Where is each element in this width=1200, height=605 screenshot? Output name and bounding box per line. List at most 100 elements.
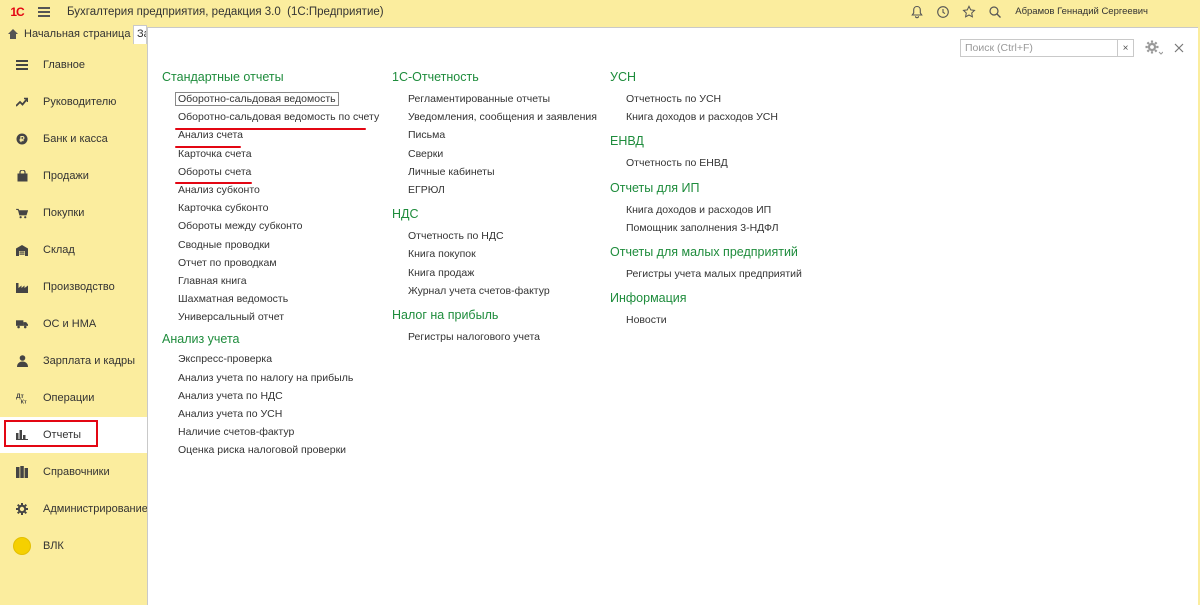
title-bar: 1С Бухгалтерия предприятия, редакция 3.0… [0,0,1200,23]
report-link-usn-reporting[interactable]: Отчетность по УСН [626,90,802,108]
bell-icon[interactable] [909,4,925,20]
search-clear-button[interactable]: × [1118,39,1134,57]
report-link-regulated[interactable]: Регламентированные отчеты [408,90,597,108]
sidebar-item-warehouse[interactable]: Склад [0,232,147,268]
circle-icon [13,537,31,555]
report-link-personal-cabinets[interactable]: Личные кабинеты [408,163,597,181]
report-link-usn-income-book[interactable]: Книга доходов и расходов УСН [626,108,802,126]
report-link-general-ledger[interactable]: Главная книга [178,272,379,290]
reports-column-1: Стандартные отчеты Оборотно-сальдовая ве… [162,68,379,460]
app-title: Бухгалтерия предприятия, редакция 3.0 (1… [67,5,384,18]
search-input[interactable] [961,40,1117,56]
report-link-account-turnover[interactable]: Обороты счета [178,163,379,181]
report-link-usn-analysis[interactable]: Анализ учета по УСН [178,405,379,423]
star-icon[interactable] [961,4,977,20]
section-title: Отчеты для ИП [610,180,700,195]
main-menu-icon[interactable] [38,6,50,17]
report-link-sales-book[interactable]: Книга продаж [408,264,597,282]
report-link-turnover-balance-account[interactable]: Оборотно-сальдовая ведомость по счету [178,108,379,126]
report-link-3ndfl-assistant[interactable]: Помощник заполнения 3-НДФЛ [626,219,802,237]
cart-icon [16,207,28,219]
report-link-universal[interactable]: Универсальный отчет [178,308,379,326]
settings-gear-icon[interactable] [1144,39,1164,57]
svg-text:Кт: Кт [21,400,27,404]
tab-active[interactable]: Закладки [133,25,147,44]
report-link-tax-registers[interactable]: Регистры налогового учета [408,328,597,346]
operations-icon: Дт Кт [16,392,28,404]
sidebar-item-administration[interactable]: Администрирование [0,491,148,527]
sidebar-item-purchases[interactable]: Покупки [0,195,147,231]
report-link-chess-statement[interactable]: Шахматная ведомость [178,290,379,308]
section-title: 1С-Отчетность [392,70,479,84]
report-link-entries-report[interactable]: Отчет по проводкам [178,254,379,272]
sidebar-item-reports[interactable]: Отчеты [0,417,147,453]
report-link-small-business-registers[interactable]: Регистры учета малых предприятий [626,265,802,283]
reports-column-2: 1С-Отчетность Регламентированные отчеты … [392,68,597,346]
report-link-subconto-turnover[interactable]: Обороты между субконто [178,217,379,235]
section-title: УСН [610,70,636,84]
sidebar-item-salary[interactable]: Зарплата и кадры [0,343,147,379]
sidebar: Главное Руководителю ₽ Банк и касса Прод… [0,44,148,605]
tab-home[interactable]: Начальная страница [0,23,131,44]
coin-icon: ₽ [16,133,28,145]
report-link-invoice-journal[interactable]: Журнал учета счетов-фактур [408,282,597,300]
sidebar-item-main[interactable]: Главное [0,47,147,83]
section-title: НДС [392,207,419,222]
warehouse-icon [16,244,28,256]
menu-icon [16,59,28,71]
report-link-vat-analysis[interactable]: Анализ учета по НДС [178,387,379,405]
section-title: Анализ учета [162,332,240,347]
sidebar-item-vlk[interactable]: ВЛК [0,528,147,564]
reports-panel: × Стандартные отчеты Оборотно-сальдовая … [147,27,1198,605]
search-icon[interactable] [987,4,1003,20]
report-link-subconto-card[interactable]: Карточка субконто [178,199,379,217]
factory-icon [16,281,28,293]
report-link-summary-entries[interactable]: Сводные проводки [178,236,379,254]
annotation-underline [175,128,366,130]
sidebar-item-bank[interactable]: ₽ Банк и касса [0,121,147,157]
report-link-notifications[interactable]: Уведомления, сообщения и заявления [408,108,597,126]
user-name[interactable]: Абрамов Геннадий Сергеевич [1015,6,1148,17]
report-link-letters[interactable]: Письма [408,126,597,144]
person-icon [16,355,28,367]
section-title: ЕНВД [610,134,644,149]
report-link-invoices-presence[interactable]: Наличие счетов-фактур [178,423,379,441]
annotation-underline [175,146,241,148]
report-link-purchase-book[interactable]: Книга покупок [408,245,597,263]
section-title: Отчеты для малых предприятий [610,244,798,259]
section-title: Информация [610,291,687,306]
bar-chart-icon [16,429,28,441]
report-link-turnover-balance[interactable]: Оборотно-сальдовая ведомость [175,90,379,108]
books-icon [16,466,28,478]
gear-icon [16,503,28,515]
annotation-underline [175,182,252,184]
report-link-profit-tax-analysis[interactable]: Анализ учета по налогу на прибыль [178,369,379,387]
truck-icon [16,318,28,330]
chart-line-icon [16,96,28,108]
close-icon: × [1122,42,1129,54]
svg-text:₽: ₽ [19,135,24,144]
report-link-envd-reporting[interactable]: Отчетность по ЕНВД [626,154,802,172]
report-link-express-check[interactable]: Экспресс-проверка [178,350,379,368]
1c-logo: 1С [10,4,24,19]
home-icon [8,28,18,39]
report-link-egrul[interactable]: ЕГРЮЛ [408,181,597,199]
history-icon[interactable] [935,4,951,20]
report-link-vat-reporting[interactable]: Отчетность по НДС [408,227,597,245]
search-field[interactable] [960,39,1118,57]
section-title: Налог на прибыль [392,307,499,322]
sidebar-item-sales[interactable]: Продажи [0,158,147,194]
report-link-ip-income-book[interactable]: Книга доходов и расходов ИП [626,201,802,219]
sidebar-item-production[interactable]: Производство [0,269,147,305]
reports-column-3: УСН Отчетность по УСН Книга доходов и ра… [610,68,802,329]
report-link-reconciliations[interactable]: Сверки [408,145,597,163]
sidebar-item-manager[interactable]: Руководителю [0,84,147,120]
report-link-news[interactable]: Новости [626,311,802,329]
sidebar-item-operations[interactable]: Дт Кт Операции [0,380,147,416]
report-link-tax-audit-risk[interactable]: Оценка риска налоговой проверки [178,441,379,459]
section-title: Стандартные отчеты [162,70,284,84]
sidebar-item-directories[interactable]: Справочники [0,454,147,490]
bag-icon [16,170,28,182]
sidebar-item-assets[interactable]: ОС и НМА [0,306,147,342]
close-panel-icon[interactable] [1172,39,1186,57]
